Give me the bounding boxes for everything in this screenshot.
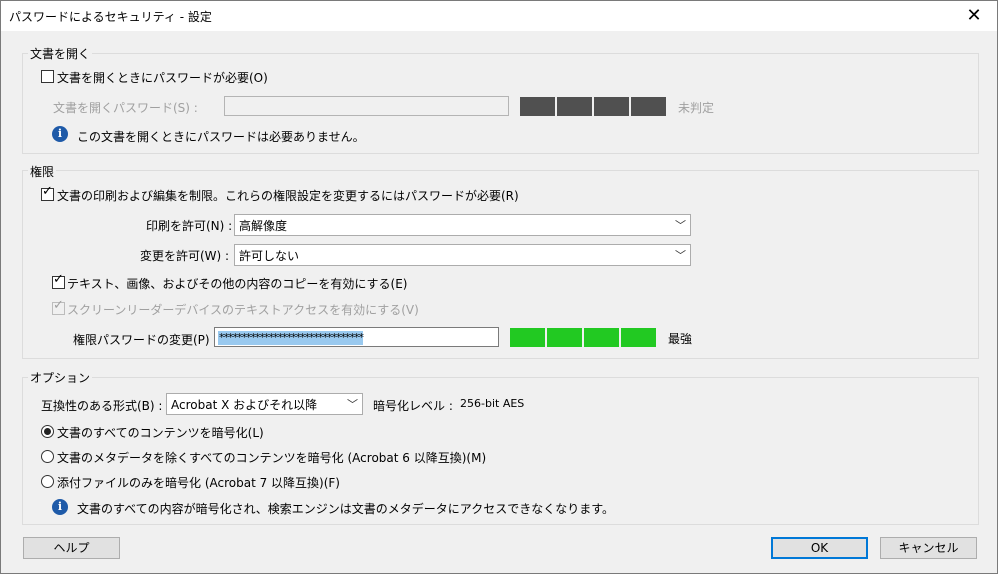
encrypt-attachments-radio[interactable] xyxy=(41,475,54,488)
open-document-group-title: 文書を開く xyxy=(28,45,93,62)
permission-password-field[interactable]: ******************************** xyxy=(214,327,499,347)
encryption-level-value: 256-bit AES xyxy=(460,397,525,410)
encrypt-except-metadata-label[interactable]: 文書のメタデータを除くすべてのコンテンツを暗号化 (Acrobat 6 以降互換… xyxy=(57,449,486,466)
open-strength-text: 未判定 xyxy=(678,101,715,115)
options-group-title: オプション xyxy=(28,369,93,386)
ok-button[interactable]: OK xyxy=(771,537,868,559)
open-password-field xyxy=(224,96,509,116)
change-allowed-value: 許可しない xyxy=(239,249,300,263)
enable-copy-label[interactable]: テキスト、画像、およびその他の内容のコピーを有効にする(E) xyxy=(67,275,407,292)
compat-format-select[interactable]: Acrobat X およびそれ以降 ﹀ xyxy=(166,393,363,415)
open-strength-segment-1 xyxy=(520,97,555,116)
perm-strength-segment-3 xyxy=(584,328,619,347)
encryption-level-label: 暗号化レベル : xyxy=(373,399,453,413)
screenreader-access-checkbox: ✓ xyxy=(52,298,65,315)
cancel-button[interactable]: キャンセル xyxy=(880,537,977,559)
permission-password-label: 権限パスワードの変更(P) : xyxy=(73,333,218,347)
password-security-dialog: パスワードによるセキュリティ - 設定 ✕ 文書を開く 文書を開くときにパスワー… xyxy=(0,0,998,574)
encrypt-except-metadata-radio[interactable] xyxy=(41,450,54,463)
change-allowed-label: 変更を許可(W) : xyxy=(140,249,230,263)
restrict-permissions-label[interactable]: 文書の印刷および編集を制限。これらの権限設定を変更するにはパスワードが必要(R) xyxy=(57,187,519,204)
perm-strength-segment-1 xyxy=(510,328,545,347)
open-strength-segment-4 xyxy=(631,97,666,116)
require-open-password-label[interactable]: 文書を開くときにパスワードが必要(O) xyxy=(57,69,268,86)
info-icon: i xyxy=(52,499,68,515)
checkmark-icon: ✓ xyxy=(53,298,64,313)
close-icon[interactable]: ✕ xyxy=(951,1,997,31)
chevron-down-icon: ﹀ xyxy=(347,398,358,411)
open-info-text: この文書を開くときにパスワードは必要ありません。 xyxy=(77,130,365,144)
open-strength-segment-3 xyxy=(594,97,629,116)
change-allowed-select[interactable]: 許可しない ﹀ xyxy=(234,244,691,266)
radio-selected-dot xyxy=(44,428,51,435)
permissions-group-title: 権限 xyxy=(28,163,57,180)
title-bar: パスワードによるセキュリティ - 設定 ✕ xyxy=(1,1,997,31)
print-allowed-select[interactable]: 高解像度 ﹀ xyxy=(234,214,691,236)
screenreader-access-label: スクリーンリーダーデバイスのテキストアクセスを有効にする(V) xyxy=(67,303,419,317)
compat-format-value: Acrobat X およびそれ以降 xyxy=(171,398,318,412)
open-password-label: 文書を開くパスワード(S) : xyxy=(53,101,198,115)
print-allowed-value: 高解像度 xyxy=(239,219,288,233)
encrypt-all-label[interactable]: 文書のすべてのコンテンツを暗号化(L) xyxy=(57,424,264,441)
checkmark-icon: ✓ xyxy=(53,272,64,287)
window-title: パスワードによるセキュリティ - 設定 xyxy=(9,10,212,24)
help-button[interactable]: ヘルプ xyxy=(23,537,120,559)
require-open-password-checkbox[interactable] xyxy=(41,70,54,83)
enable-copy-checkbox[interactable]: ✓ xyxy=(52,272,65,289)
open-strength-segment-2 xyxy=(557,97,592,116)
compat-format-label: 互換性のある形式(B) : xyxy=(41,399,163,413)
info-icon: i xyxy=(52,126,68,142)
options-info-text: 文書のすべての内容が暗号化され、検索エンジンは文書のメタデータにアクセスできなく… xyxy=(77,502,615,516)
perm-strength-segment-2 xyxy=(547,328,582,347)
permission-password-value: ******************************** xyxy=(218,331,364,345)
chevron-down-icon: ﹀ xyxy=(675,219,686,232)
perm-strength-segment-4 xyxy=(621,328,656,347)
print-allowed-label: 印刷を許可(N) : xyxy=(146,219,233,233)
encrypt-all-radio[interactable] xyxy=(41,425,54,438)
chevron-down-icon: ﹀ xyxy=(675,249,686,262)
encrypt-attachments-label[interactable]: 添付ファイルのみを暗号化 (Acrobat 7 以降互換)(F) xyxy=(57,474,340,491)
checkmark-icon: ✓ xyxy=(42,184,53,199)
perm-strength-text: 最強 xyxy=(668,332,693,346)
restrict-permissions-checkbox[interactable]: ✓ xyxy=(41,184,54,201)
